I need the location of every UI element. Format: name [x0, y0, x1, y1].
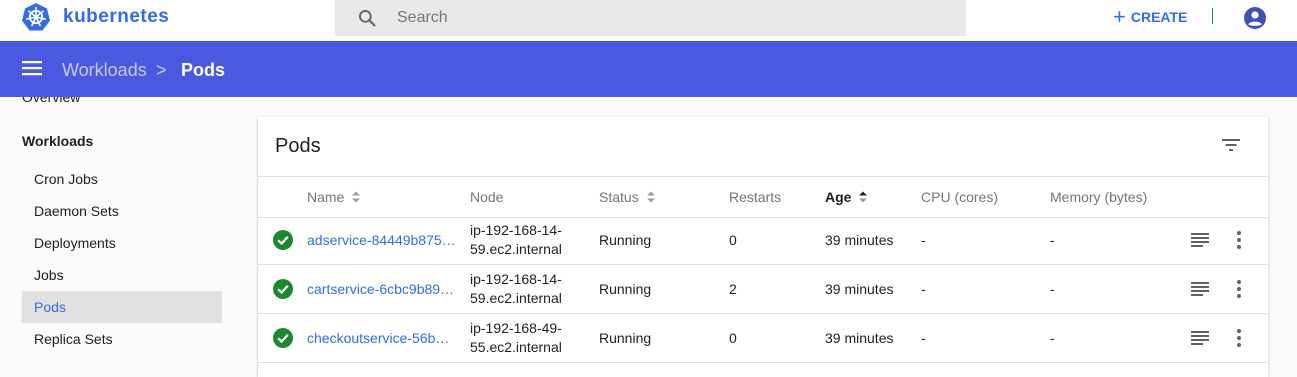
- pod-status: Running: [599, 281, 652, 297]
- sidebar-item-pods[interactable]: Pods: [22, 291, 222, 323]
- pod-restarts: 0: [729, 330, 737, 346]
- brand-name: kubernetes: [63, 6, 170, 27]
- sidebar-item-overview[interactable]: Overview: [22, 97, 80, 105]
- pods-card: Pods Name Node Status Restarts Age CPU (…: [258, 117, 1268, 377]
- column-header-age-label: Age: [825, 189, 852, 205]
- menu-icon[interactable]: [22, 60, 42, 76]
- column-header-status-label: Status: [599, 189, 639, 205]
- create-button-label: CREATE: [1130, 9, 1188, 25]
- pod-node: ip-192-168-49-55.ec2.internal: [470, 320, 562, 355]
- pod-age: 39 minutes: [825, 232, 894, 248]
- pod-age: 39 minutes: [825, 330, 894, 346]
- search-input[interactable]: [397, 0, 937, 36]
- pod-cpu: -: [921, 330, 926, 346]
- top-bar: kubernetes + CREATE: [0, 0, 1297, 41]
- column-header-memory-label: Memory (bytes): [1050, 189, 1148, 205]
- pod-status: Running: [599, 330, 652, 346]
- column-header-name-label: Name: [307, 189, 345, 205]
- breadcrumb-current: Pods: [181, 60, 226, 80]
- pod-node: ip-192-168-14-59.ec2.internal: [470, 271, 562, 306]
- pod-name-link[interactable]: cartservice-6cbc9b89…: [307, 281, 457, 297]
- card-title: Pods: [275, 135, 321, 157]
- more-vert-icon[interactable]: [1235, 230, 1243, 250]
- sidebar-section-workloads[interactable]: Workloads: [22, 133, 93, 149]
- filter-icon[interactable]: [1221, 137, 1241, 153]
- logs-icon[interactable]: [1191, 330, 1209, 346]
- column-header-restarts-label: Restarts: [729, 189, 782, 205]
- pod-restarts: 0: [729, 232, 737, 248]
- table-row: cartservice-6cbc9b89… ip-192-168-14-59.e…: [258, 265, 1268, 314]
- sidebar-item-cron-jobs[interactable]: Cron Jobs: [22, 163, 222, 195]
- pod-name-link[interactable]: adservice-84449b875…: [307, 232, 457, 248]
- table-row: adservice-84449b875… ip-192-168-14-59.ec…: [258, 216, 1268, 265]
- search-bar[interactable]: [335, 0, 966, 36]
- column-header-name[interactable]: Name: [307, 189, 361, 205]
- column-header-node: Node: [470, 189, 503, 205]
- breadcrumb-workloads[interactable]: Workloads: [62, 60, 147, 81]
- pod-name-link[interactable]: checkoutservice-56b…: [307, 330, 457, 346]
- check-circle-icon: [273, 328, 293, 348]
- column-header-age[interactable]: Age: [825, 189, 868, 205]
- sidebar-item-deployments[interactable]: Deployments: [22, 227, 222, 259]
- sort-ascending-icon: [859, 191, 868, 203]
- breadcrumb-bar: Workloads > Pods: [0, 41, 1297, 97]
- pod-cpu: -: [921, 232, 926, 248]
- column-header-memory: Memory (bytes): [1050, 189, 1147, 205]
- sidebar-item-jobs[interactable]: Jobs: [22, 259, 222, 291]
- pod-cpu: -: [921, 281, 926, 297]
- create-button[interactable]: + CREATE: [1113, 6, 1187, 28]
- check-circle-icon: [273, 230, 293, 250]
- pod-node: ip-192-168-14-59.ec2.internal: [470, 222, 562, 257]
- logs-icon[interactable]: [1191, 281, 1209, 297]
- kubernetes-logo-icon[interactable]: [21, 2, 51, 32]
- header-divider: [1212, 8, 1213, 24]
- pod-memory: -: [1050, 330, 1055, 346]
- sidebar-item-daemon-sets[interactable]: Daemon Sets: [22, 195, 222, 227]
- more-vert-icon[interactable]: [1235, 279, 1243, 299]
- account-circle-icon[interactable]: [1243, 6, 1267, 30]
- table-row: checkoutservice-56b… ip-192-168-49-55.ec…: [258, 314, 1268, 363]
- pod-status: Running: [599, 232, 652, 248]
- search-icon: [359, 10, 376, 27]
- table-header: Name Node Status Restarts Age CPU (cores…: [258, 176, 1268, 218]
- breadcrumb-separator: >: [156, 60, 167, 80]
- column-header-status[interactable]: Status: [599, 189, 656, 205]
- column-header-cpu-label: CPU (cores): [921, 189, 999, 205]
- column-header-restarts: Restarts: [729, 189, 781, 205]
- pod-memory: -: [1050, 281, 1055, 297]
- check-circle-icon: [273, 279, 293, 299]
- column-header-node-label: Node: [470, 189, 504, 205]
- plus-icon: +: [1113, 4, 1126, 29]
- column-header-cpu: CPU (cores): [921, 189, 998, 205]
- logs-icon[interactable]: [1191, 232, 1209, 248]
- more-vert-icon[interactable]: [1235, 328, 1243, 348]
- sidebar-item-replica-sets[interactable]: Replica Sets: [22, 323, 222, 355]
- sort-icon: [352, 191, 361, 203]
- pod-restarts: 2: [729, 281, 737, 297]
- pod-memory: -: [1050, 232, 1055, 248]
- sidebar: Overview Workloads Cron Jobs Daemon Sets…: [0, 97, 240, 360]
- sort-icon: [646, 191, 655, 203]
- pod-age: 39 minutes: [825, 281, 894, 297]
